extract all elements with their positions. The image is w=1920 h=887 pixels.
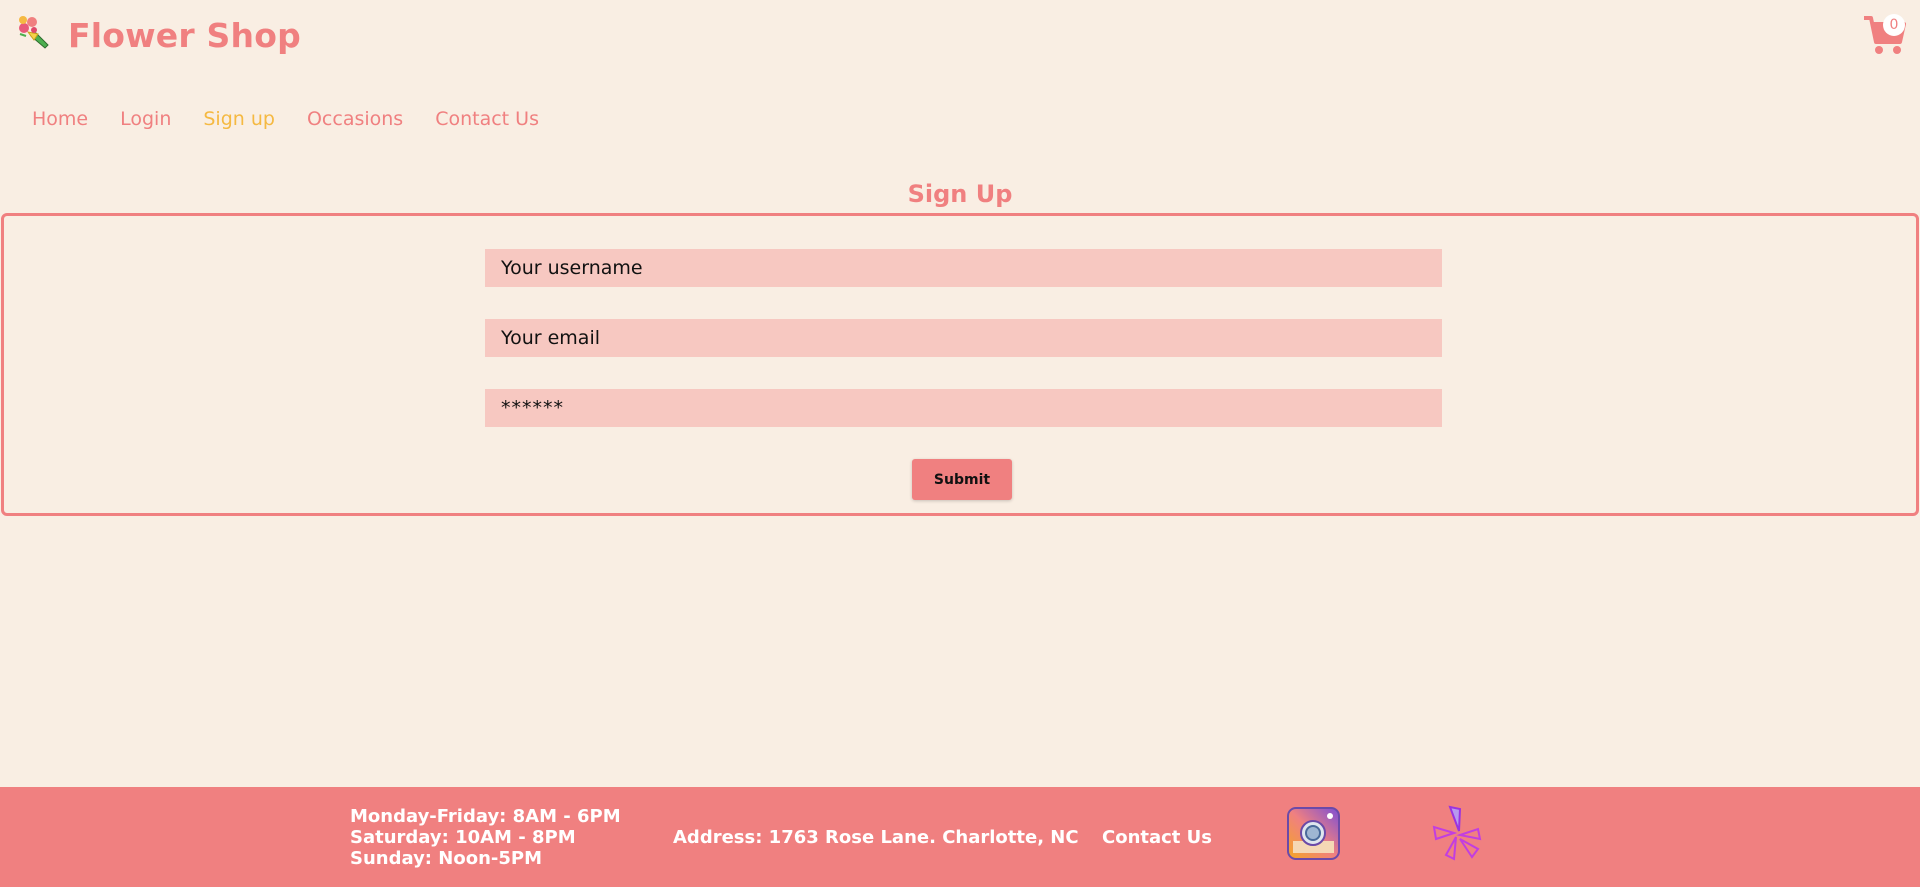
bouquet-icon	[19, 16, 49, 49]
yelp-icon[interactable]	[1432, 805, 1482, 863]
email-input[interactable]	[485, 319, 1442, 357]
brand-title[interactable]: Flower Shop	[68, 16, 301, 55]
cart-count-badge: 0	[1883, 14, 1905, 36]
main-nav: Home Login Sign up Occasions Contact Us	[32, 108, 571, 130]
hours-saturday: Saturday: 10AM - 8PM	[350, 827, 576, 848]
instagram-icon[interactable]	[1287, 807, 1340, 860]
hours-weekdays: Monday-Friday: 8AM - 6PM	[350, 806, 621, 827]
nav-occasions[interactable]: Occasions	[307, 108, 403, 130]
signup-form: Submit	[1, 213, 1919, 516]
nav-login[interactable]: Login	[120, 108, 171, 130]
nav-home[interactable]: Home	[32, 108, 88, 130]
page: Flower Shop 0 Home Login Sign up Occasio…	[0, 0, 1920, 887]
submit-button[interactable]: Submit	[912, 459, 1012, 500]
address: Address: 1763 Rose Lane. Charlotte, NC	[673, 827, 1079, 848]
nav-sign-up[interactable]: Sign up	[203, 108, 275, 130]
header: Flower Shop 0	[0, 0, 1920, 76]
footer: Monday-Friday: 8AM - 6PM Saturday: 10AM …	[0, 787, 1920, 887]
hours-sunday: Sunday: Noon-5PM	[350, 848, 542, 869]
password-input[interactable]	[485, 389, 1442, 427]
footer-contact-link[interactable]: Contact Us	[1102, 827, 1212, 848]
form-title: Sign Up	[907, 180, 1013, 208]
business-hours: Monday-Friday: 8AM - 6PM Saturday: 10AM …	[350, 806, 621, 869]
username-input[interactable]	[485, 249, 1442, 287]
nav-contact-us[interactable]: Contact Us	[435, 108, 539, 130]
